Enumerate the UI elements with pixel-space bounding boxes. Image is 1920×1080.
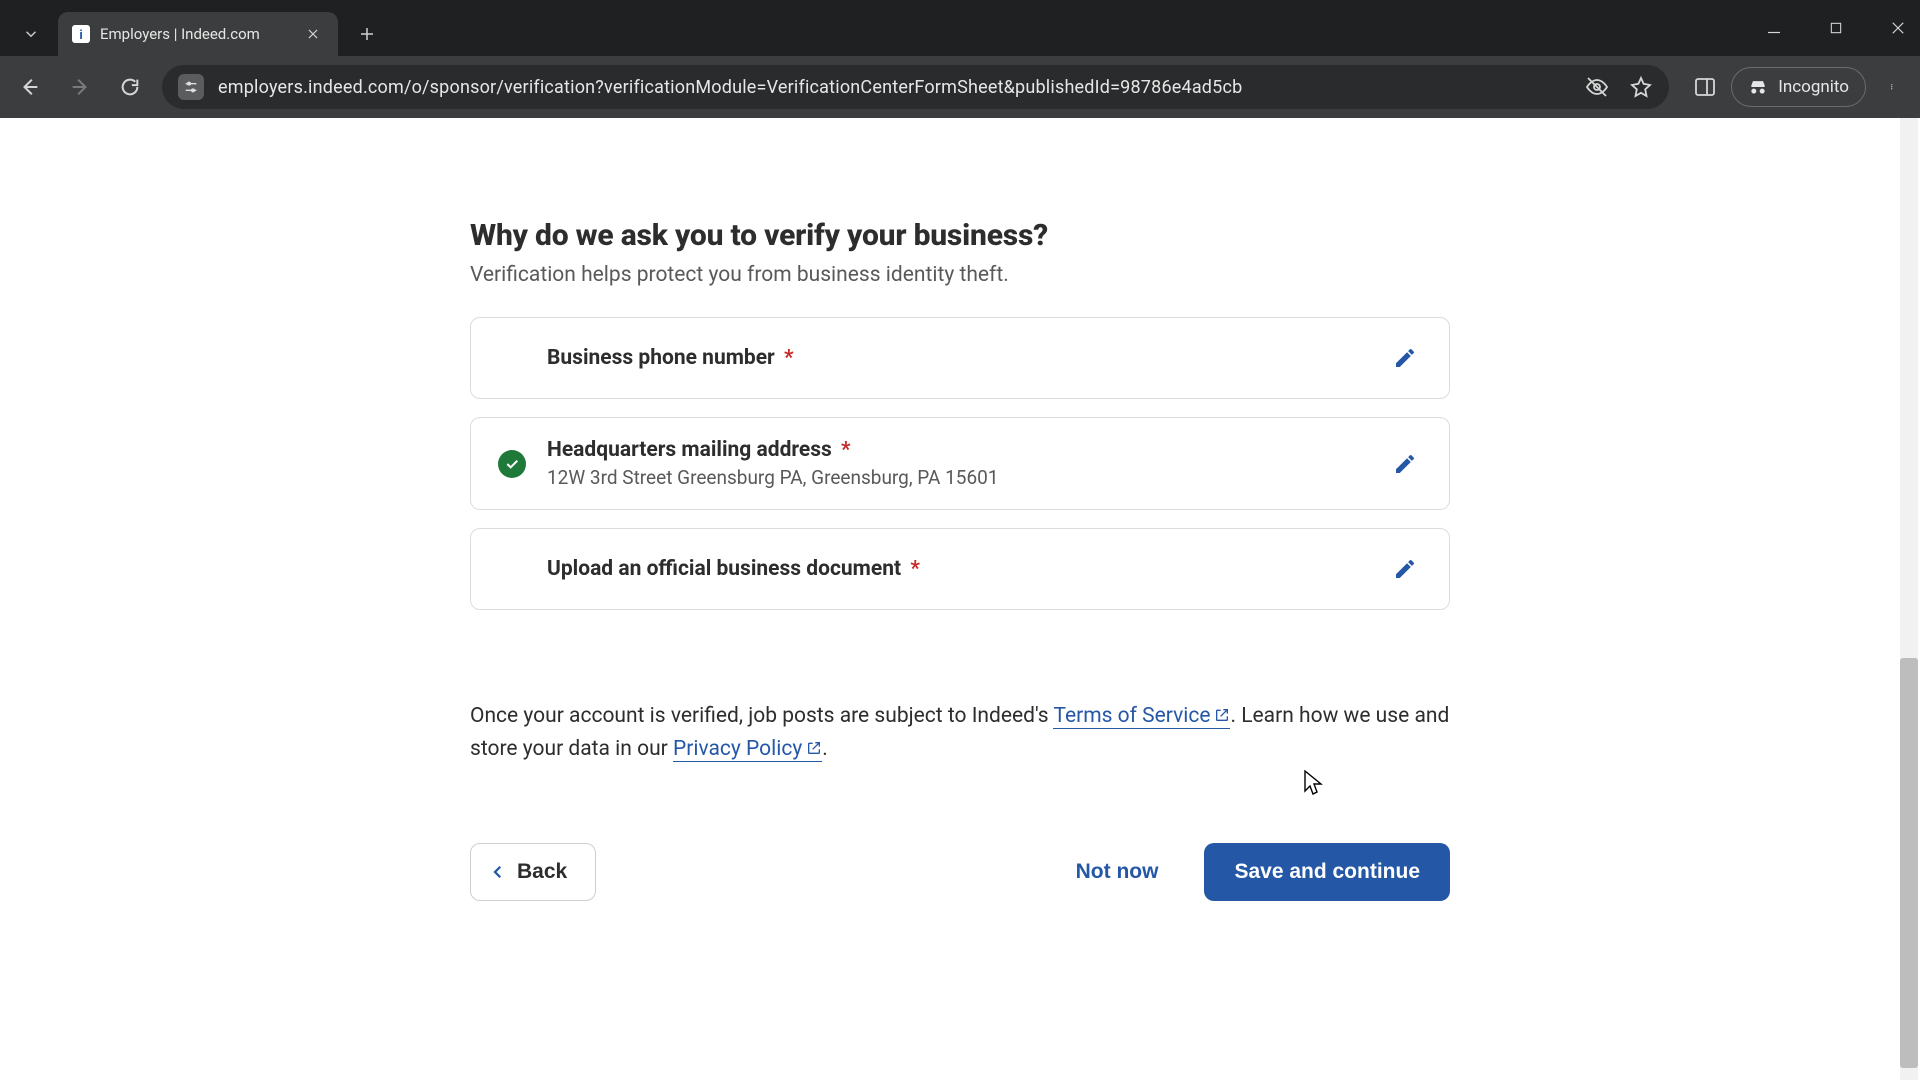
kebab-icon: [1891, 76, 1897, 98]
close-icon: [306, 27, 320, 41]
arrow-right-icon: [69, 76, 91, 98]
browser-tab[interactable]: i Employers | Indeed.com: [58, 12, 338, 56]
not-now-button[interactable]: Not now: [1052, 843, 1183, 901]
window-minimize-button[interactable]: [1760, 14, 1788, 42]
omnibox[interactable]: employers.indeed.com/o/sponsor/verificat…: [162, 65, 1669, 109]
tab-title: Employers | Indeed.com: [100, 25, 292, 43]
browser-menu-button[interactable]: [1880, 69, 1908, 105]
maximize-icon: [1828, 20, 1844, 36]
chevron-down-icon: [22, 25, 40, 43]
privacy-text: Privacy Policy: [673, 737, 802, 761]
card-value: 12W 3rd Street Greensburg PA, Greensburg…: [547, 466, 1367, 489]
card-title-text: Headquarters mailing address: [547, 438, 832, 462]
main-content: Why do we ask you to verify your busines…: [470, 118, 1450, 901]
eye-off-button[interactable]: [1585, 75, 1609, 99]
save-continue-button[interactable]: Save and continue: [1204, 843, 1450, 901]
privacy-policy-link[interactable]: Privacy Policy: [673, 737, 822, 762]
pencil-icon: [1393, 452, 1417, 476]
incognito-icon: [1748, 77, 1768, 97]
tab-strip: i Employers | Indeed.com: [0, 0, 1920, 56]
page: Why do we ask you to verify your busines…: [0, 118, 1920, 1080]
card-title: Upload an official business document *: [547, 557, 1367, 581]
card-title: Headquarters mailing address *: [547, 438, 1367, 462]
nav-reload-button[interactable]: [112, 69, 148, 105]
legal-post: .: [822, 737, 828, 761]
pencil-icon: [1393, 557, 1417, 581]
card-body: Upload an official business document *: [547, 557, 1367, 581]
tune-icon: [183, 79, 199, 95]
tos-text: Terms of Service: [1053, 704, 1210, 728]
nav-back-button[interactable]: [12, 69, 48, 105]
incognito-indicator[interactable]: Incognito: [1731, 67, 1866, 107]
required-star: *: [784, 346, 794, 370]
pencil-icon: [1393, 346, 1417, 370]
back-button[interactable]: Back: [470, 843, 596, 901]
side-panel-button[interactable]: [1693, 75, 1717, 99]
star-icon: [1629, 75, 1653, 99]
window-controls: [1760, 0, 1912, 56]
browser-chrome: i Employers | Indeed.com: [0, 0, 1920, 118]
card-title: Business phone number *: [547, 346, 1367, 370]
panel-icon: [1693, 75, 1717, 99]
close-icon: [1889, 19, 1907, 37]
url-text: employers.indeed.com/o/sponsor/verificat…: [218, 77, 1242, 98]
card-title-text: Business phone number: [547, 346, 775, 370]
new-tab-button[interactable]: [348, 15, 386, 53]
chevron-left-icon: [489, 863, 507, 881]
eye-off-icon: [1585, 75, 1609, 99]
external-link-icon: [1214, 700, 1230, 733]
site-info-button[interactable]: [178, 74, 204, 100]
bookmark-button[interactable]: [1629, 75, 1653, 99]
status-slot: [495, 450, 529, 478]
window-close-button[interactable]: [1884, 14, 1912, 42]
arrow-left-icon: [19, 76, 41, 98]
card-title-text: Upload an official business document: [547, 557, 901, 581]
card-hq-address[interactable]: Headquarters mailing address * 12W 3rd S…: [470, 417, 1450, 510]
verification-card-list: Business phone number *: [470, 317, 1450, 610]
scrollbar-thumb[interactable]: [1900, 658, 1918, 1068]
viewport: Why do we ask you to verify your busines…: [0, 118, 1920, 1080]
address-bar: employers.indeed.com/o/sponsor/verificat…: [0, 56, 1920, 118]
legal-text: Once your account is verified, job posts…: [470, 700, 1450, 765]
required-star: *: [910, 557, 920, 581]
card-business-phone[interactable]: Business phone number *: [470, 317, 1450, 399]
external-link-icon: [806, 733, 822, 766]
page-subtitle: Verification helps protect you from busi…: [470, 263, 1450, 287]
minimize-icon: [1765, 19, 1783, 37]
card-body: Business phone number *: [547, 346, 1367, 370]
terms-of-service-link[interactable]: Terms of Service: [1053, 704, 1230, 729]
card-upload-document[interactable]: Upload an official business document *: [470, 528, 1450, 610]
legal-pre: Once your account is verified, job posts…: [470, 704, 1053, 728]
reload-icon: [119, 76, 141, 98]
tab-close-button[interactable]: [302, 23, 324, 45]
edit-button[interactable]: [1385, 549, 1425, 589]
action-row: Back Not now Save and continue: [470, 843, 1450, 901]
favicon-icon: i: [72, 25, 90, 43]
edit-button[interactable]: [1385, 444, 1425, 484]
nav-forward-button[interactable]: [62, 69, 98, 105]
toolbar-right: Incognito: [1693, 67, 1908, 107]
required-star: *: [841, 438, 851, 462]
incognito-label: Incognito: [1778, 77, 1849, 97]
window-maximize-button[interactable]: [1822, 14, 1850, 42]
check-icon: [504, 456, 520, 472]
plus-icon: [358, 25, 376, 43]
check-badge: [498, 450, 526, 478]
page-title: Why do we ask you to verify your busines…: [470, 218, 1450, 253]
edit-button[interactable]: [1385, 338, 1425, 378]
tab-search-button[interactable]: [8, 12, 54, 56]
back-label: Back: [517, 860, 567, 884]
card-body: Headquarters mailing address * 12W 3rd S…: [547, 438, 1367, 489]
